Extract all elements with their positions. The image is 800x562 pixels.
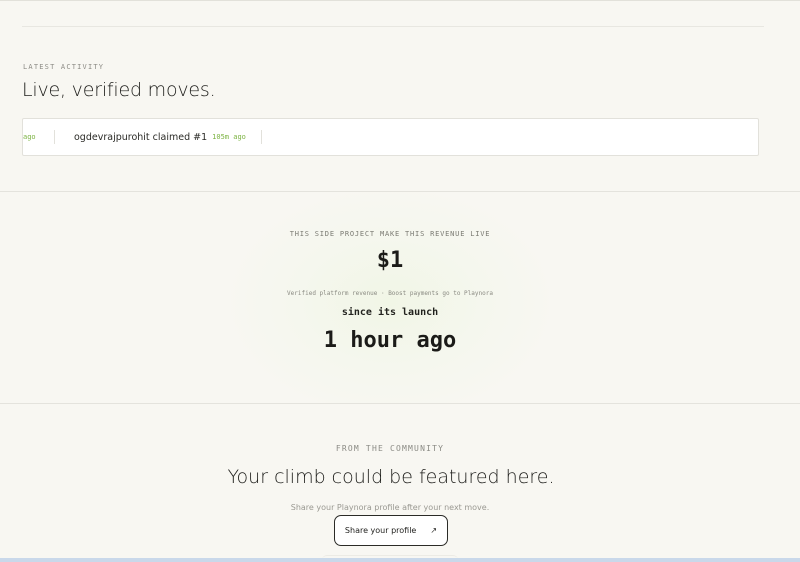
top-divider	[0, 0, 800, 1]
revenue-since-label: since its launch	[341, 307, 439, 318]
ticker-item-time: 105m ago	[212, 133, 246, 141]
activity-heading: Live, verified moves.	[22, 79, 216, 101]
community-title: Your climb could be featured here.	[227, 466, 555, 488]
revenue-time-ago: 1 hour ago	[323, 328, 457, 353]
arrow-up-right-icon: ↗	[430, 526, 438, 535]
ticker-separator	[54, 130, 55, 144]
community-section: FROM THE COMMUNITY Your climb could be f…	[0, 404, 800, 562]
revenue-section: THIS SIDE PROJECT MAKE THIS REVENUE LIVE…	[0, 192, 800, 403]
activity-ticker: ago ogdevrajpurohit claimed #1 105m ago	[22, 118, 759, 156]
bottom-bar	[0, 558, 800, 562]
share-profile-label: Share your profile	[344, 526, 417, 535]
ticker-item: ogdevrajpurohit claimed #1 105m ago	[74, 119, 246, 155]
ticker-item: ago	[23, 119, 36, 155]
community-subtitle: Share your Playnora profile after your n…	[290, 503, 490, 512]
community-eyebrow: FROM THE COMMUNITY	[335, 444, 445, 453]
activity-eyebrow: LATEST ACTIVITY	[23, 63, 105, 71]
share-profile-button[interactable]: Share your profile ↗	[334, 515, 448, 546]
revenue-amount: $1	[376, 248, 404, 273]
revenue-note: Verified platform revenue · Boost paymen…	[287, 290, 493, 297]
latest-activity-section: LATEST ACTIVITY Live, verified moves. ag…	[0, 27, 800, 192]
revenue-eyebrow: THIS SIDE PROJECT MAKE THIS REVENUE LIVE	[289, 230, 491, 238]
ticker-item-time: ago	[23, 133, 36, 141]
ticker-separator	[261, 130, 262, 144]
ticker-item-user: ogdevrajpurohit claimed #1	[74, 131, 208, 143]
